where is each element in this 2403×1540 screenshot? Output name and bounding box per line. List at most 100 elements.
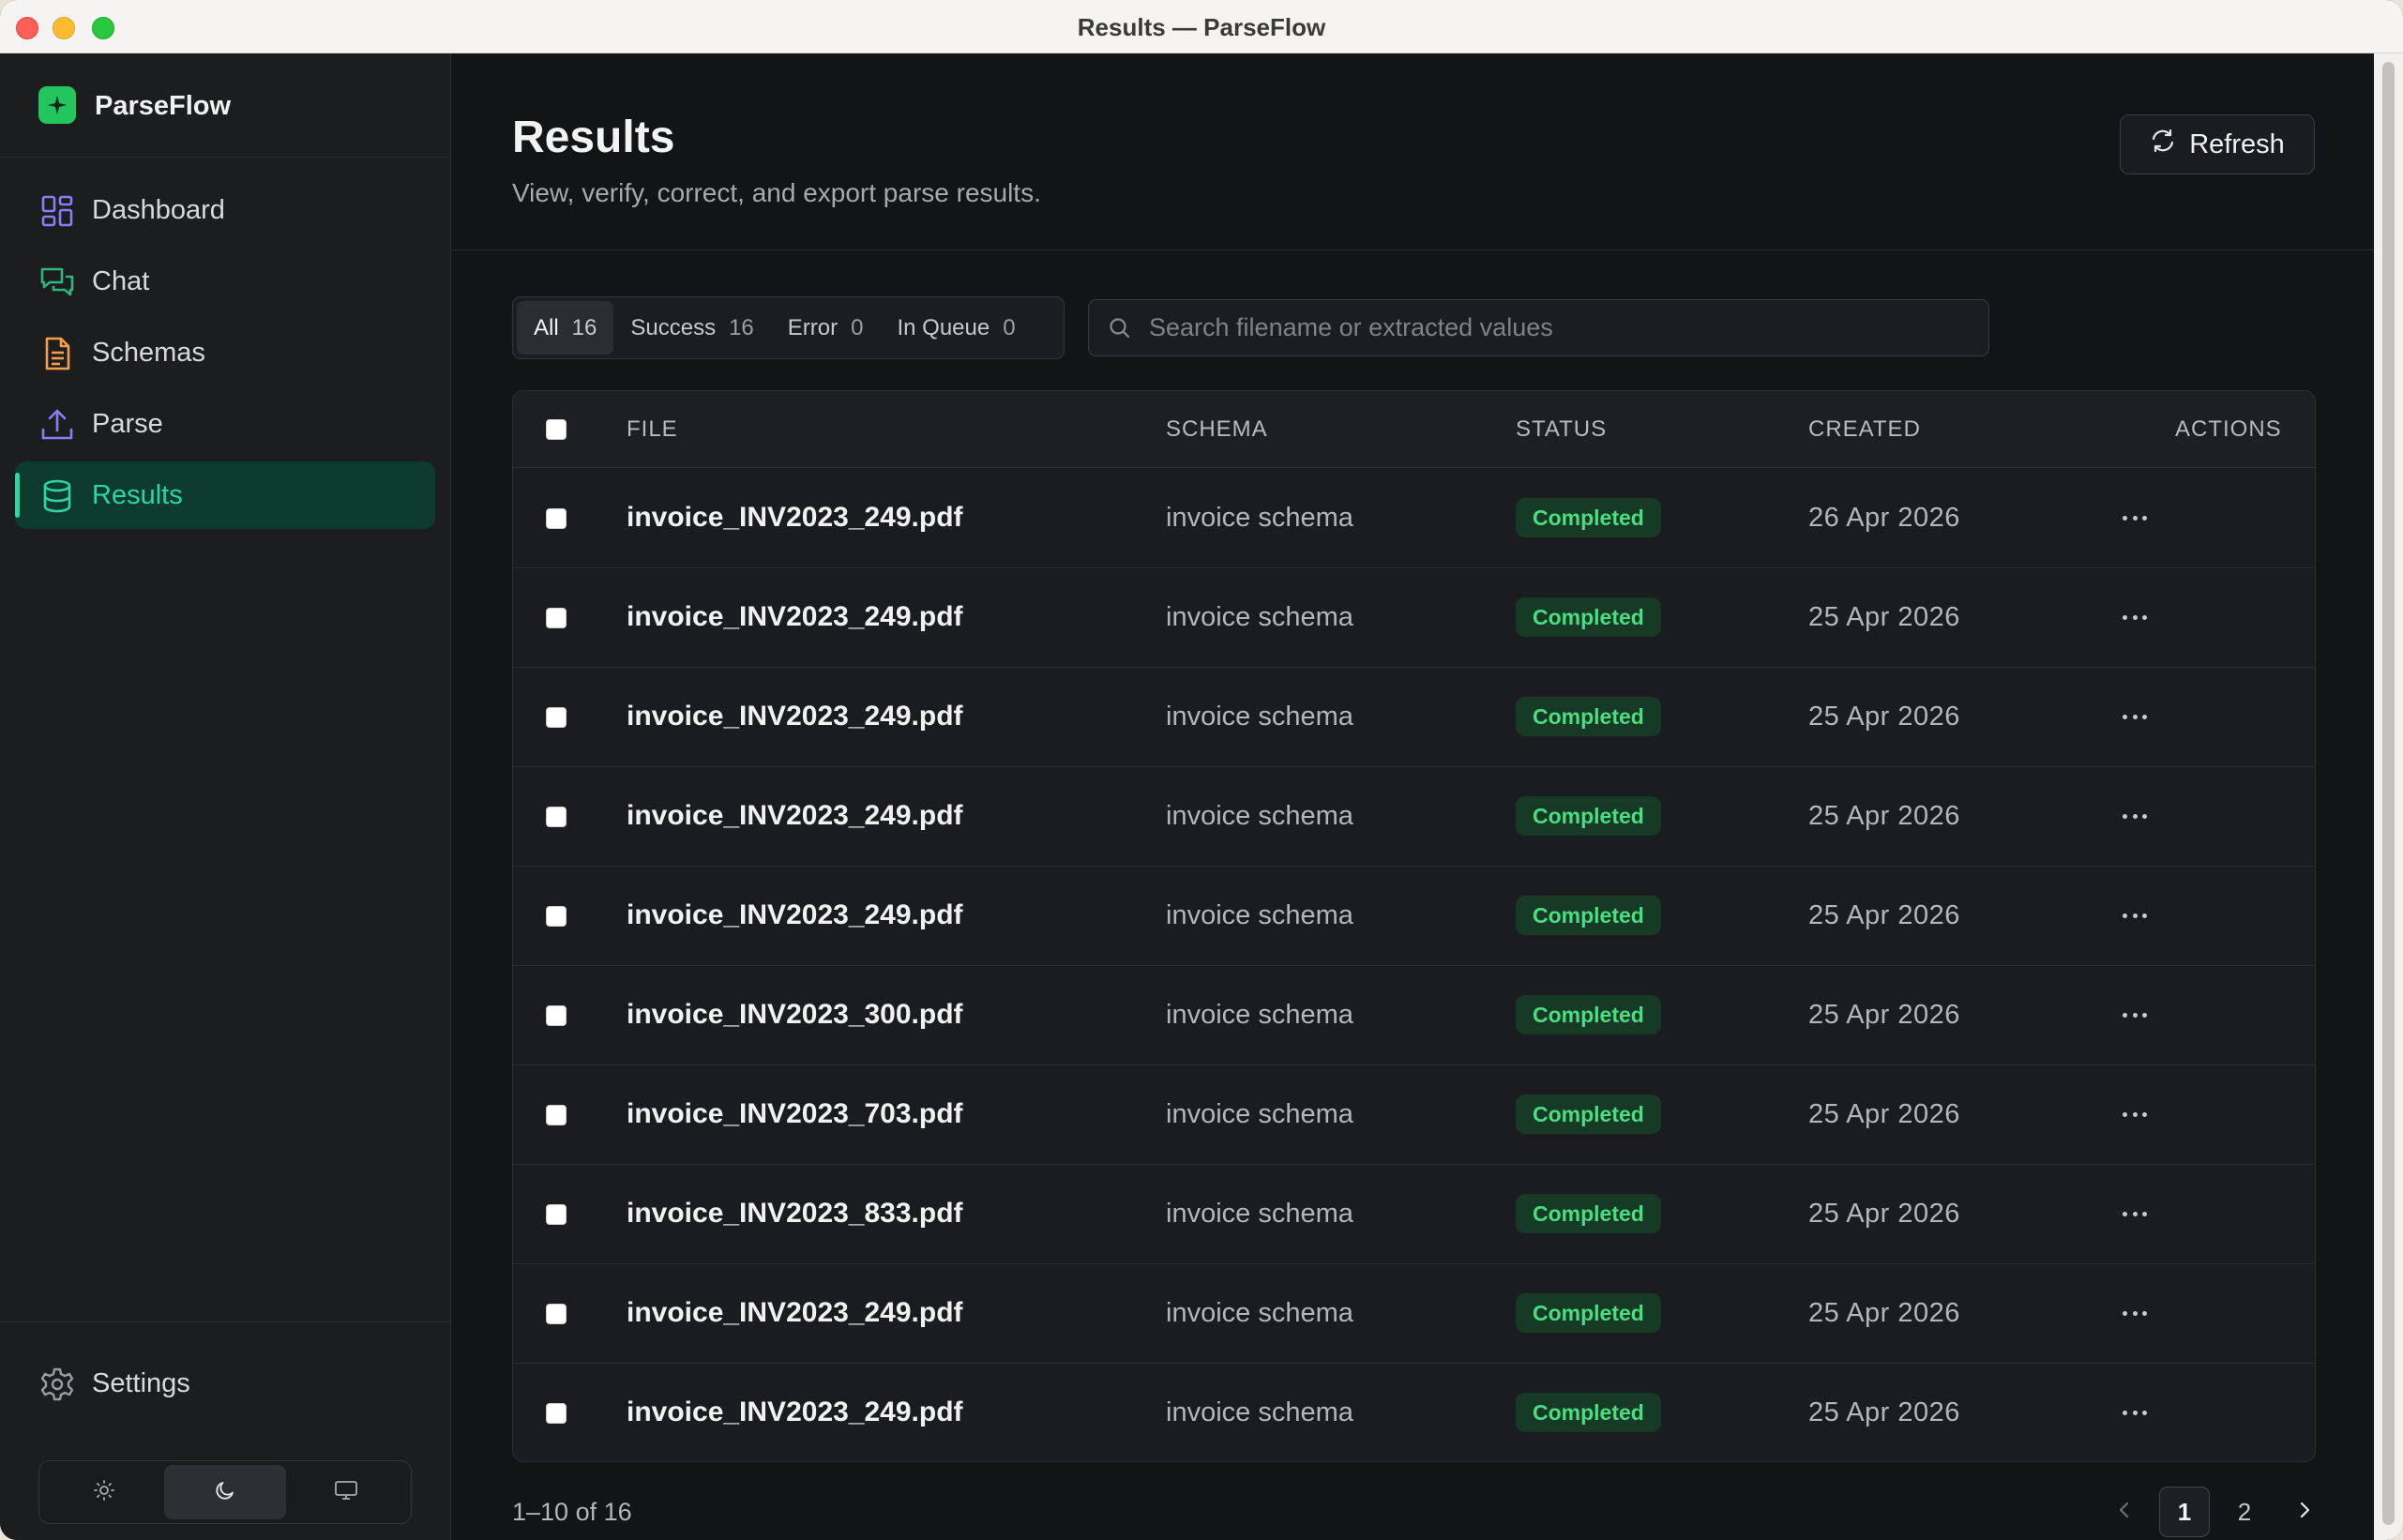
status-badge: Completed <box>1516 995 1661 1034</box>
next-page-button[interactable] <box>2279 1487 2330 1537</box>
window-title: Results — ParseFlow <box>1077 13 1326 41</box>
scrollbar-thumb[interactable] <box>2382 62 2395 1525</box>
file-name[interactable]: invoice_INV2023_249.pdf <box>627 899 963 931</box>
row-checkbox[interactable] <box>546 707 567 728</box>
table-row[interactable]: invoice_INV2023_249.pdf invoice schema Com… <box>513 867 2315 966</box>
column-header-created[interactable]: CREATED <box>1808 416 1921 443</box>
column-header-file[interactable]: FILE <box>627 416 678 443</box>
theme-light-button[interactable] <box>43 1465 164 1519</box>
schema-name: invoice schema <box>1166 1099 1353 1129</box>
sidebar-item-settings[interactable]: Settings <box>15 1351 435 1416</box>
table-row[interactable]: invoice_INV2023_703.pdf invoice schema Com… <box>513 1065 2315 1165</box>
sidebar-item-schemas[interactable]: Schemas <box>15 319 435 386</box>
more-actions-icon[interactable] <box>2119 1302 2151 1324</box>
created-date: 25 Apr 2026 <box>1808 1397 1960 1427</box>
row-checkbox[interactable] <box>546 1005 567 1026</box>
created-date: 25 Apr 2026 <box>1808 1199 1960 1229</box>
more-actions-icon[interactable] <box>2119 506 2151 529</box>
tab-in-queue[interactable]: In Queue 0 <box>880 301 1032 355</box>
row-checkbox[interactable] <box>546 906 567 927</box>
status-badge: Completed <box>1516 498 1661 537</box>
row-checkbox[interactable] <box>546 508 567 529</box>
status-badge: Completed <box>1516 1095 1661 1134</box>
file-name[interactable]: invoice_INV2023_300.pdf <box>627 999 963 1031</box>
more-actions-icon[interactable] <box>2119 705 2151 728</box>
file-name[interactable]: invoice_INV2023_249.pdf <box>627 601 963 633</box>
more-actions-icon[interactable] <box>2119 1202 2151 1225</box>
title-bar: Results — ParseFlow <box>0 0 2403 53</box>
chat-bubbles-icon <box>39 264 75 300</box>
file-name[interactable]: invoice_INV2023_249.pdf <box>627 1397 963 1428</box>
select-all-checkbox[interactable] <box>546 419 567 440</box>
sun-icon <box>93 1479 115 1506</box>
schema-name: invoice schema <box>1166 702 1353 732</box>
row-checkbox[interactable] <box>546 807 567 827</box>
more-actions-icon[interactable] <box>2119 1401 2151 1424</box>
theme-system-button[interactable] <box>286 1465 407 1519</box>
dashboard-grid-icon <box>39 193 75 229</box>
tab-all[interactable]: All 16 <box>517 301 614 355</box>
tab-count: 0 <box>851 314 864 340</box>
schema-name: invoice schema <box>1166 503 1353 533</box>
parseflow-logo-icon <box>38 86 76 124</box>
table-row[interactable]: invoice_INV2023_249.pdf invoice schema Com… <box>513 668 2315 767</box>
column-header-schema[interactable]: SCHEMA <box>1166 416 1268 443</box>
search-input[interactable] <box>1149 300 1974 355</box>
table-row[interactable]: invoice_INV2023_249.pdf invoice schema Com… <box>513 1264 2315 1364</box>
tab-label: Error <box>787 314 839 340</box>
theme-switcher <box>38 1460 412 1524</box>
file-name[interactable]: invoice_INV2023_249.pdf <box>627 1297 963 1329</box>
theme-dark-button[interactable] <box>164 1465 286 1519</box>
file-name[interactable]: invoice_INV2023_249.pdf <box>627 502 963 534</box>
refresh-button[interactable]: Refresh <box>2120 114 2315 174</box>
chevron-right-icon <box>2294 1498 2315 1527</box>
created-date: 25 Apr 2026 <box>1808 1298 1960 1328</box>
pagination-summary: 1–10 of 16 <box>512 1498 632 1526</box>
refresh-button-label: Refresh <box>2189 128 2285 159</box>
app-window: Results — ParseFlow ParseFlow Dashboard … <box>0 0 2403 1540</box>
page-button-1[interactable]: 1 <box>2159 1487 2210 1537</box>
tab-success[interactable]: Success 16 <box>613 301 770 355</box>
more-actions-icon[interactable] <box>2119 1103 2151 1125</box>
table-row[interactable]: invoice_INV2023_249.pdf invoice schema Com… <box>513 568 2315 668</box>
file-name[interactable]: invoice_INV2023_249.pdf <box>627 701 963 732</box>
column-header-status[interactable]: STATUS <box>1516 416 1607 443</box>
tab-label: Success <box>630 314 717 340</box>
file-name[interactable]: invoice_INV2023_703.pdf <box>627 1098 963 1130</box>
status-badge: Completed <box>1516 1194 1661 1233</box>
page-button-2[interactable]: 2 <box>2219 1487 2270 1537</box>
tab-error[interactable]: Error 0 <box>771 301 881 355</box>
more-actions-icon[interactable] <box>2119 1004 2151 1026</box>
table-row[interactable]: invoice_INV2023_249.pdf invoice schema Com… <box>513 767 2315 867</box>
table-row[interactable]: invoice_INV2023_833.pdf invoice schema Com… <box>513 1165 2315 1264</box>
table-row[interactable]: invoice_INV2023_249.pdf invoice schema Com… <box>513 469 2315 568</box>
schema-name: invoice schema <box>1166 1199 1353 1229</box>
schema-name: invoice schema <box>1166 900 1353 930</box>
row-checkbox[interactable] <box>546 1105 567 1125</box>
more-actions-icon[interactable] <box>2119 904 2151 927</box>
row-checkbox[interactable] <box>546 1204 567 1225</box>
row-checkbox[interactable] <box>546 1304 567 1324</box>
table-row[interactable]: invoice_INV2023_249.pdf invoice schema Com… <box>513 1364 2315 1461</box>
status-badge: Completed <box>1516 697 1661 736</box>
sidebar-item-dashboard[interactable]: Dashboard <box>15 176 435 244</box>
sidebar-item-parse[interactable]: Parse <box>15 390 435 458</box>
page-title: Results <box>512 113 675 162</box>
sidebar-item-label: Schemas <box>92 337 205 368</box>
tab-count: 16 <box>571 314 597 340</box>
more-actions-icon[interactable] <box>2119 805 2151 827</box>
row-checkbox[interactable] <box>546 608 567 628</box>
file-name[interactable]: invoice_INV2023_833.pdf <box>627 1198 963 1230</box>
tab-label: In Queue <box>897 314 990 340</box>
sidebar-item-results[interactable]: Results <box>15 461 435 529</box>
page-subtitle: View, verify, correct, and export parse … <box>512 178 1041 207</box>
monitor-icon <box>334 1479 358 1506</box>
more-actions-icon[interactable] <box>2119 606 2151 628</box>
status-badge: Completed <box>1516 796 1661 836</box>
sidebar-item-chat[interactable]: Chat <box>15 248 435 315</box>
table-row[interactable]: invoice_INV2023_300.pdf invoice schema Com… <box>513 966 2315 1065</box>
row-checkbox[interactable] <box>546 1403 567 1424</box>
file-name[interactable]: invoice_INV2023_249.pdf <box>627 800 963 832</box>
main-content: Results View, verify, correct, and expor… <box>451 53 2374 1540</box>
previous-page-button[interactable] <box>2099 1487 2150 1537</box>
